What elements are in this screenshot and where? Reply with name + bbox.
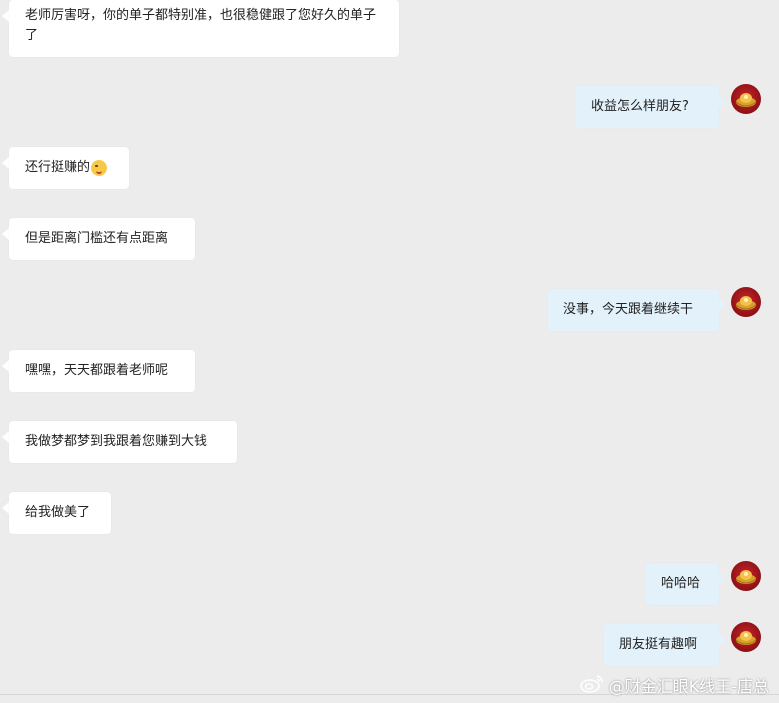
message-text: 给我做美了 [25,505,91,520]
avatar-icon[interactable] [731,622,761,652]
bubble-tail [2,502,9,514]
message-text: 但是距离门槛还有点距离 [25,231,169,246]
message-text: 没事，今天跟着继续干 [563,302,694,317]
watermark: @财金汇眼K线王-唐总 [579,673,769,697]
message-text: 哈哈哈 [661,576,701,591]
bubble-tail [2,228,9,240]
message-bubble[interactable]: 但是距离门槛还有点距离 [9,218,195,260]
bubble-tail [2,360,9,372]
message-bubble[interactable]: 嘿嘿，天天都跟着老师呢 [9,350,195,392]
message-bubble[interactable]: 老师厉害呀，你的单子都特别准，也很稳健跟了您好久的单子了 [9,0,399,57]
chat-window: 老师厉害呀，你的单子都特别准，也很稳健跟了您好久的单子了 收益怎么样朋友? 还行… [0,0,779,703]
message-bubble[interactable]: 朋友挺有趣啊 [603,624,719,666]
smiling-face-emoji-icon [91,160,108,176]
bubble-tail [719,573,726,585]
avatar-icon[interactable] [731,84,761,114]
bubble-tail [2,10,9,22]
bubble-tail [2,157,9,169]
avatar-icon[interactable] [731,287,761,317]
avatar-icon[interactable] [731,561,761,591]
message-bubble[interactable]: 我做梦都梦到我跟着您赚到大钱 [9,421,237,463]
bubble-tail [719,299,726,311]
message-bubble[interactable]: 没事，今天跟着继续干 [547,289,719,331]
message-bubble[interactable]: 收益怎么样朋友? [575,86,719,128]
message-text: 还行挺赚的 [25,160,91,175]
bubble-tail [2,431,9,443]
message-bubble[interactable]: 还行挺赚的 [9,147,129,189]
bubble-tail [719,634,726,646]
watermark-text: @财金汇眼K线王-唐总 [608,677,769,696]
message-text: 朋友挺有趣啊 [619,637,698,652]
message-text: 老师厉害呀，你的单子都特别准，也很稳健跟了您好久的单子了 [25,8,377,43]
weibo-logo-icon [579,673,605,697]
message-text: 我做梦都梦到我跟着您赚到大钱 [25,434,208,449]
message-text: 嘿嘿，天天都跟着老师呢 [25,363,169,378]
message-bubble[interactable]: 给我做美了 [9,492,111,534]
bubble-tail [719,96,726,108]
message-text: 收益怎么样朋友? [591,99,689,114]
message-bubble[interactable]: 哈哈哈 [645,563,719,605]
